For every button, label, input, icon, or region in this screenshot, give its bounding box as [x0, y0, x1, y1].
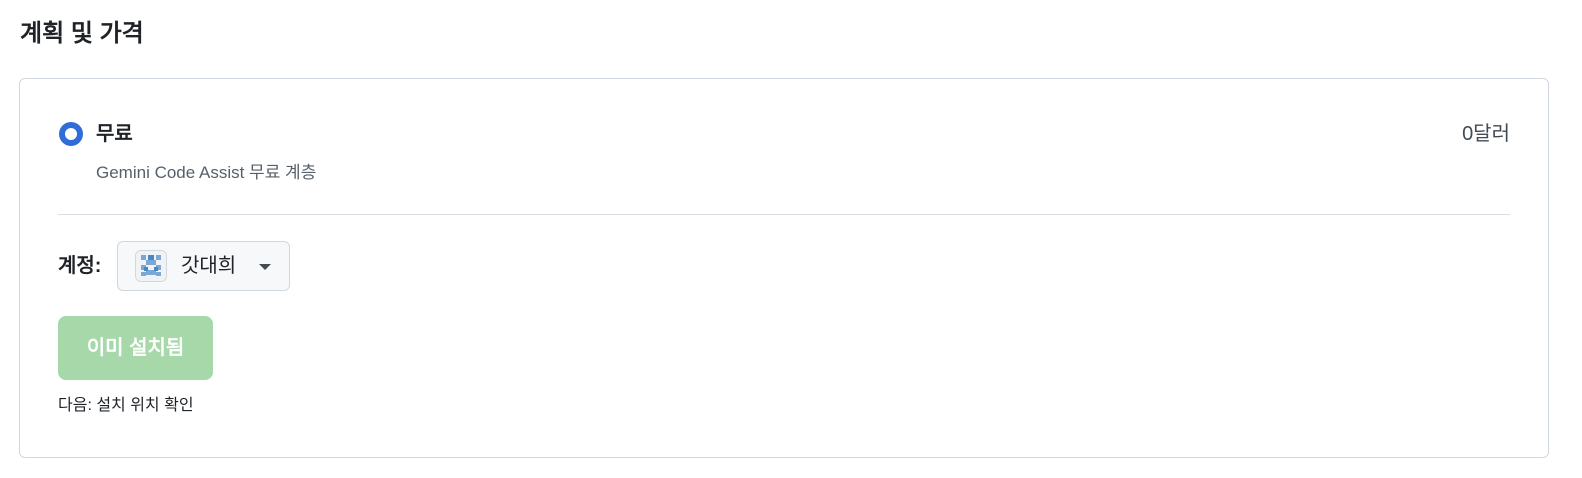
avatar [135, 250, 167, 282]
chevron-down-icon [259, 264, 271, 270]
identicon-avatar-icon [136, 251, 166, 281]
plan-radio-button[interactable] [59, 122, 83, 146]
plan-name: 무료 [96, 123, 133, 145]
plan-card: 무료 0달러 Gemini Code Assist 무료 계층 계정: 갓대희 … [19, 78, 1549, 458]
plan-price: 0달러 [1462, 123, 1510, 145]
next-step-text: 다음: 설치 위치 확인 [58, 397, 194, 414]
plan-description: Gemini Code Assist 무료 계층 [96, 163, 317, 182]
account-label: 계정: [58, 255, 102, 277]
account-name: 갓대희 [181, 255, 237, 277]
section-title: 계획 및 가격 [20, 20, 144, 47]
plan-option-free[interactable]: 무료 0달러 [58, 119, 1510, 149]
already-installed-button[interactable]: 이미 설치됨 [58, 316, 213, 380]
divider [58, 214, 1510, 215]
account-select-dropdown[interactable]: 갓대희 [117, 241, 290, 291]
